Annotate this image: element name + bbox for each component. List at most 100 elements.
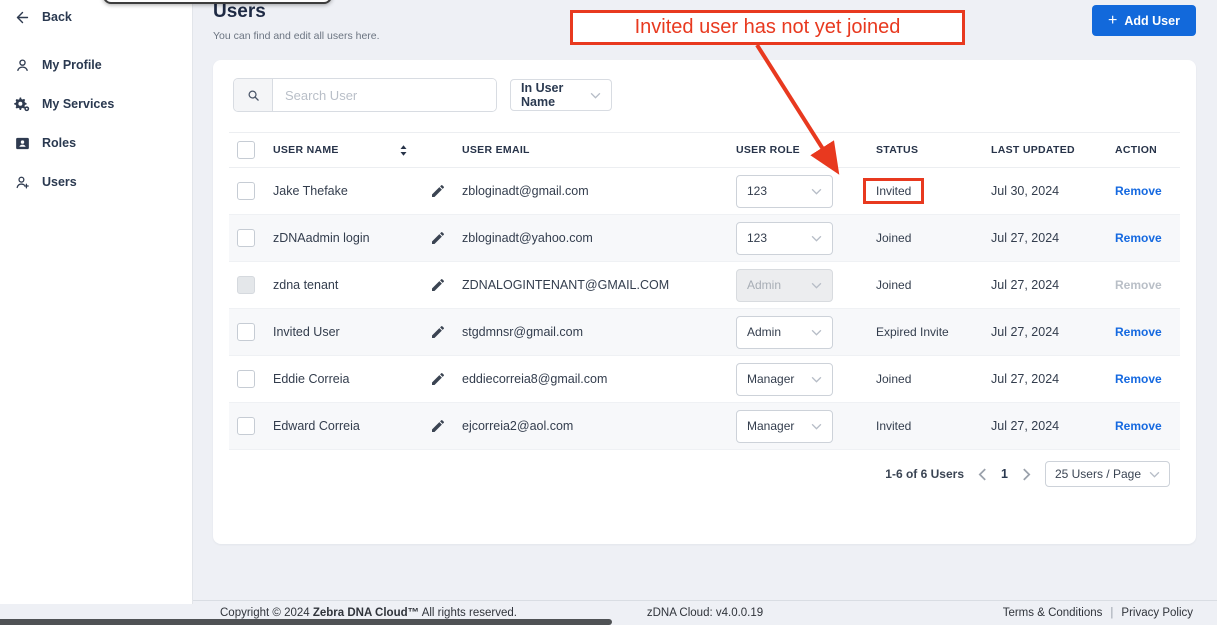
row-checkbox[interactable] <box>237 370 255 388</box>
remove-link[interactable]: Remove <box>1115 278 1162 292</box>
remove-link[interactable]: Remove <box>1115 372 1162 386</box>
page-number[interactable]: 1 <box>1001 467 1008 481</box>
table-row: Eddie Correia eddiecorreia8@gmail.com Ma… <box>229 356 1180 403</box>
main-content: Users You can find and edit all users he… <box>193 0 1217 625</box>
cutoff-popup-edge <box>103 0 332 4</box>
user-role-select[interactable]: Admin <box>736 316 833 349</box>
column-header-user-email: USER EMAIL <box>462 144 736 156</box>
last-updated-cell: Jul 27, 2024 <box>991 278 1115 292</box>
chevron-right-icon[interactable] <box>1022 468 1031 481</box>
sidebar: Back My Profile My Services Roles Users <box>0 0 193 604</box>
people-icon <box>14 174 31 191</box>
user-email-cell: zbloginadt@yahoo.com <box>462 231 736 245</box>
edit-icon[interactable] <box>430 418 446 434</box>
user-role-select[interactable]: Manager <box>736 363 833 396</box>
users-card: In User Name USER NAME USER EMAIL USER R… <box>213 60 1196 544</box>
remove-link[interactable]: Remove <box>1115 231 1162 245</box>
page-size-select[interactable]: 25 Users / Page <box>1045 461 1170 487</box>
remove-link[interactable]: Remove <box>1115 184 1162 198</box>
status-cell: Joined <box>876 278 991 292</box>
sidebar-item-back[interactable]: Back <box>0 2 192 32</box>
add-user-button[interactable]: + Add User <box>1092 5 1196 36</box>
user-email-cell: stgdmnsr@gmail.com <box>462 325 736 339</box>
user-email-cell: ZDNALOGINTENANT@GMAIL.COM <box>462 278 736 292</box>
sidebar-item-my-profile[interactable]: My Profile <box>0 50 192 80</box>
footer-separator: | <box>1110 607 1113 619</box>
user-role-select[interactable]: Admin <box>736 269 833 302</box>
users-table-body: Jake Thefake zbloginadt@gmail.com 123 In… <box>229 168 1180 450</box>
users-admin-page: Back My Profile My Services Roles Users <box>0 0 1217 625</box>
sidebar-item-label: Back <box>42 10 72 24</box>
search-group <box>233 78 497 112</box>
row-checkbox[interactable] <box>237 182 255 200</box>
annotation-text: Invited user has not yet joined <box>635 16 901 39</box>
edit-icon[interactable] <box>430 183 446 199</box>
user-role-select[interactable]: 123 <box>736 175 833 208</box>
user-name-cell: zdna tenant <box>273 278 418 292</box>
privacy-link[interactable]: Privacy Policy <box>1121 607 1193 619</box>
table-row: zDNAadmin login zbloginadt@yahoo.com 123… <box>229 215 1180 262</box>
pagination: 1-6 of 6 Users 1 25 Users / Page <box>229 450 1180 498</box>
page-size-value: 25 Users / Page <box>1055 467 1141 481</box>
terms-link[interactable]: Terms & Conditions <box>1003 607 1103 619</box>
chevron-left-icon[interactable] <box>978 468 987 481</box>
footer-copyright: Copyright © 2024 Zebra DNA Cloud™ All ri… <box>220 607 517 619</box>
horizontal-scrollbar[interactable] <box>0 619 612 625</box>
sidebar-item-label: My Services <box>42 97 114 111</box>
user-name-cell: Jake Thefake <box>273 184 418 198</box>
gears-icon <box>14 96 31 113</box>
edit-icon[interactable] <box>430 230 446 246</box>
status-cell: Expired Invite <box>876 325 991 339</box>
user-name-cell: zDNAadmin login <box>273 231 418 245</box>
user-email-cell: ejcorreia2@aol.com <box>462 419 736 433</box>
table-row: Invited User stgdmnsr@gmail.com Admin Ex… <box>229 309 1180 356</box>
chevron-down-icon <box>590 92 601 99</box>
table-header-row: USER NAME USER EMAIL USER ROLE STATUS LA… <box>229 132 1180 168</box>
page-subtitle: You can find and edit all users here. <box>213 30 380 42</box>
sidebar-item-roles[interactable]: Roles <box>0 128 192 158</box>
badge-icon <box>14 135 31 152</box>
plus-icon: + <box>1108 13 1117 29</box>
pagination-range: 1-6 of 6 Users <box>885 467 964 481</box>
user-role-select[interactable]: 123 <box>736 222 833 255</box>
user-role-select[interactable]: Manager <box>736 410 833 443</box>
row-checkbox[interactable] <box>237 417 255 435</box>
remove-link[interactable]: Remove <box>1115 325 1162 339</box>
edit-icon[interactable] <box>430 371 446 387</box>
row-checkbox[interactable] <box>237 323 255 341</box>
row-checkbox[interactable] <box>237 229 255 247</box>
last-updated-cell: Jul 27, 2024 <box>991 419 1115 433</box>
user-name-cell: Edward Correia <box>273 419 418 433</box>
column-header-user-role: USER ROLE <box>736 144 876 156</box>
chevron-down-icon <box>811 282 822 289</box>
status-cell: Invited <box>876 178 991 204</box>
row-checkbox[interactable] <box>237 276 255 294</box>
chevron-down-icon <box>811 188 822 195</box>
user-name-cell: Invited User <box>273 325 418 339</box>
sidebar-item-users[interactable]: Users <box>0 167 192 197</box>
chevron-down-icon <box>811 423 822 430</box>
edit-icon[interactable] <box>430 324 446 340</box>
user-email-cell: eddiecorreia8@gmail.com <box>462 372 736 386</box>
search-input[interactable] <box>273 79 496 111</box>
footer-brand: Zebra DNA Cloud™ <box>313 607 419 619</box>
column-header-last-updated: LAST UPDATED <box>991 144 1115 156</box>
sort-icon[interactable] <box>399 144 408 157</box>
last-updated-cell: Jul 27, 2024 <box>991 231 1115 245</box>
search-filter-select[interactable]: In User Name <box>510 79 612 111</box>
last-updated-cell: Jul 27, 2024 <box>991 325 1115 339</box>
status-cell: Joined <box>876 231 991 245</box>
column-header-action: ACTION <box>1115 144 1172 156</box>
sidebar-item-my-services[interactable]: My Services <box>0 89 192 119</box>
table-row: Jake Thefake zbloginadt@gmail.com 123 In… <box>229 168 1180 215</box>
table-row: Edward Correia ejcorreia2@aol.com Manage… <box>229 403 1180 450</box>
edit-icon[interactable] <box>430 277 446 293</box>
select-all-checkbox[interactable] <box>237 141 255 159</box>
sidebar-item-label: Roles <box>42 136 76 150</box>
column-header-user-name[interactable]: USER NAME <box>273 144 418 157</box>
remove-link[interactable]: Remove <box>1115 419 1162 433</box>
filter-value: In User Name <box>521 81 590 109</box>
user-name-cell: Eddie Correia <box>273 372 418 386</box>
chevron-down-icon <box>811 376 822 383</box>
back-arrow-icon <box>14 9 31 26</box>
